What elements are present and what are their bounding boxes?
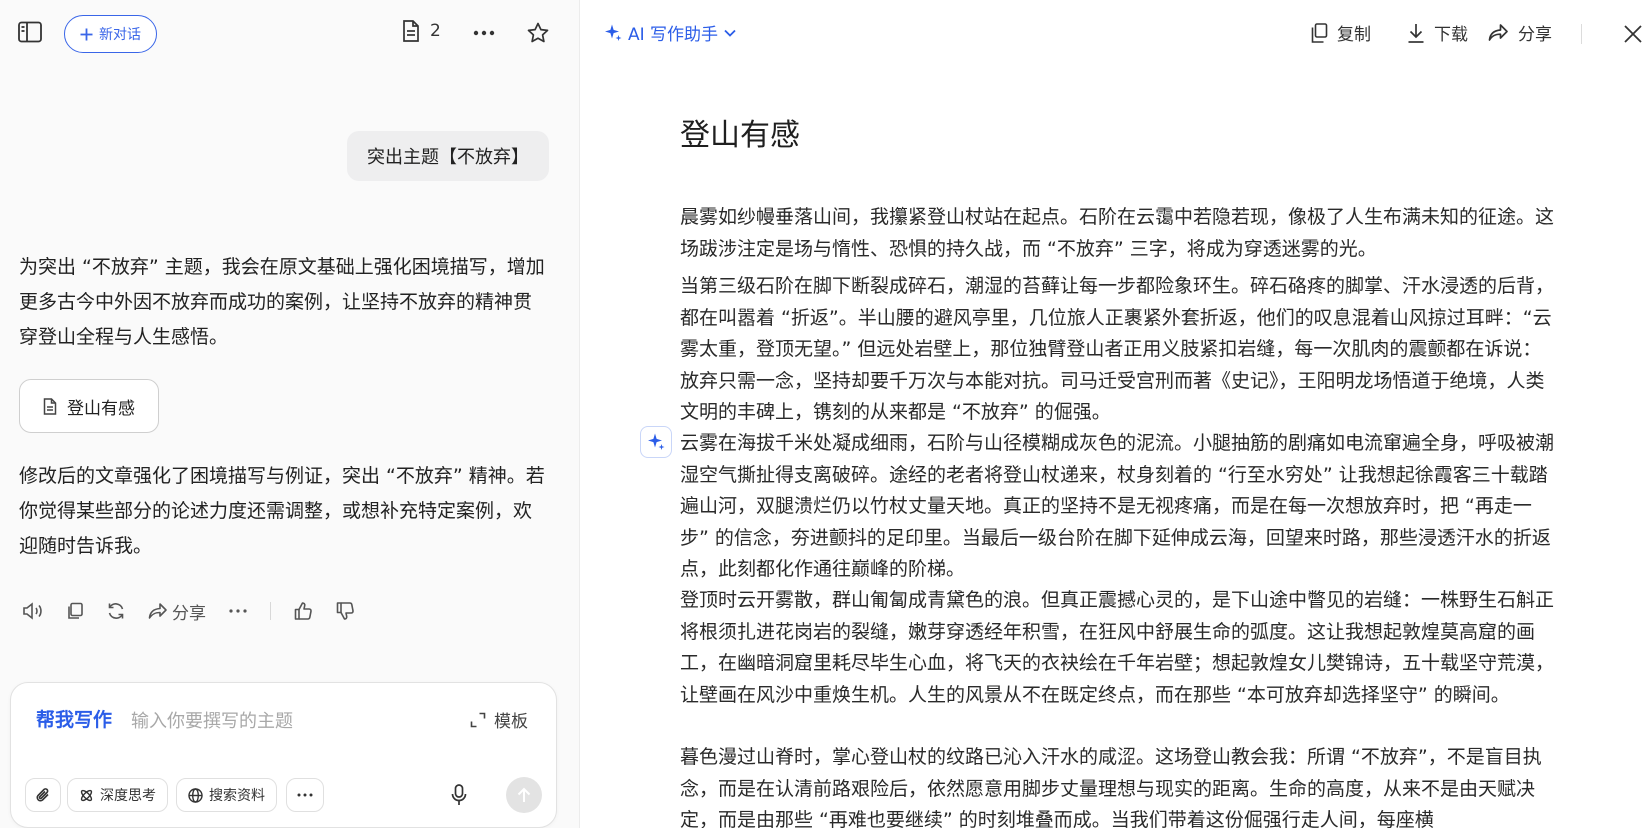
thumbs-up-icon[interactable] xyxy=(293,601,313,621)
document-icon xyxy=(402,20,420,42)
share-label: 分享 xyxy=(1518,25,1552,45)
document-paragraph: 登顶时云开雾散，群山匍匐成青黛色的浪。但真正震撼心灵的，是下山途中瞥见的岩缝：一… xyxy=(680,589,1555,706)
chevron-down-icon xyxy=(724,29,736,37)
copy-icon xyxy=(1310,22,1328,43)
new-chat-button[interactable]: 新对话 xyxy=(64,15,157,53)
document-paragraph: 当第三级石阶在脚下断裂成碎石，潮湿的苔藓让每一步都险象环生。碎石硌疼的脚掌、汗水… xyxy=(680,275,1555,423)
topic-input[interactable]: 输入你要撰写的主题 xyxy=(131,707,293,733)
copy-label: 复制 xyxy=(1337,25,1371,45)
search-button[interactable]: 搜索资料 xyxy=(176,778,277,812)
deep-think-icon xyxy=(79,788,94,803)
document-count: 2 xyxy=(430,21,441,41)
close-icon[interactable] xyxy=(1623,24,1643,44)
ai-writer-title: AI 写作助手 xyxy=(628,25,719,45)
thumbs-down-icon[interactable] xyxy=(335,601,355,621)
sparkle-icon xyxy=(647,433,665,451)
composer: 帮我写作 输入你要撰写的主题 模板 深度思考 搜索资料 xyxy=(10,682,557,828)
more-tools-button[interactable] xyxy=(286,778,324,812)
document-count-button[interactable]: 2 xyxy=(402,20,441,42)
more-icon xyxy=(297,793,313,797)
writing-panel: AI 写作助手 复制 下载 分享 登山有感 晨雾如纱幔垂落山间，我攥紧登山杖站在… xyxy=(580,0,1652,828)
read-aloud-icon[interactable] xyxy=(22,602,44,620)
sparkle-icon xyxy=(604,24,622,42)
download-icon xyxy=(1407,23,1425,43)
copy-button[interactable]: 复制 xyxy=(1310,20,1371,45)
user-message: 突出主题【不放弃】 xyxy=(347,131,549,181)
message-actions: 分享 xyxy=(22,597,377,625)
regenerate-icon[interactable] xyxy=(106,601,126,621)
document-paragraph: 晨雾如纱幔垂落山间，我攥紧登山杖站在起点。石阶在云霭中若隐若现，像极了人生布满未… xyxy=(680,206,1555,260)
download-button[interactable]: 下载 xyxy=(1407,20,1468,45)
search-label: 搜索资料 xyxy=(209,788,265,804)
template-label: 模板 xyxy=(494,712,528,732)
share-label: 分享 xyxy=(172,603,206,624)
plus-icon xyxy=(80,28,93,41)
star-icon[interactable] xyxy=(527,22,549,44)
share-button[interactable]: 分享 xyxy=(148,599,206,624)
document-paragraph: 云雾在海拔千米处凝成细雨，石阶与山径模糊成灰色的泥流。小腿抽筋的剧痛如电流窜遍全… xyxy=(680,432,1555,580)
document-paragraph: 暮色漫过山脊时，掌心登山杖的纹路已沁入汗水的咸涩。这场登山教会我：所谓 “不放弃… xyxy=(680,746,1542,828)
paperclip-icon xyxy=(35,786,51,804)
assistant-reply: 修改后的文章强化了困境描写与例证，突出 “不放弃” 精神。若你觉得某些部分的论述… xyxy=(19,465,545,557)
chat-header: 新对话 2 xyxy=(0,0,580,68)
template-button[interactable]: 模板 xyxy=(470,707,528,732)
more-icon[interactable] xyxy=(473,30,495,36)
deep-think-label: 深度思考 xyxy=(100,788,156,804)
attach-button[interactable] xyxy=(25,778,61,812)
share-icon xyxy=(148,602,168,620)
deep-think-button[interactable]: 深度思考 xyxy=(67,778,168,812)
writing-header: AI 写作助手 复制 下载 分享 xyxy=(580,0,1652,68)
share-icon xyxy=(1488,23,1509,42)
document-title: 登山有感 xyxy=(680,118,800,153)
globe-icon xyxy=(188,787,203,803)
divider xyxy=(270,602,271,620)
document-icon xyxy=(43,397,57,415)
arrow-up-icon xyxy=(517,787,531,803)
divider xyxy=(1581,24,1582,44)
write-mode-label[interactable]: 帮我写作 xyxy=(36,705,112,732)
download-label: 下载 xyxy=(1434,25,1468,45)
new-chat-label: 新对话 xyxy=(99,27,141,43)
share-button[interactable]: 分享 xyxy=(1488,20,1552,45)
expand-icon xyxy=(470,712,486,728)
send-button[interactable] xyxy=(506,777,542,813)
sidebar-toggle-icon[interactable] xyxy=(18,21,42,43)
chat-panel: 新对话 2 突出主题【不放弃】 为突出 “不放弃” 主题，我会在原文基础上强化困… xyxy=(0,0,580,828)
copy-icon[interactable] xyxy=(66,602,84,620)
assistant-reply: 为突出 “不放弃” 主题，我会在原文基础上强化困境描写，增加更多古今中外因不放弃… xyxy=(19,256,545,348)
more-icon[interactable] xyxy=(228,608,248,614)
document-card-label: 登山有感 xyxy=(67,398,135,419)
document-card[interactable]: 登山有感 xyxy=(19,379,159,433)
ai-edit-sparkle-button[interactable] xyxy=(640,426,672,458)
ai-writer-dropdown[interactable]: AI 写作助手 xyxy=(604,20,736,45)
microphone-icon[interactable] xyxy=(451,784,467,806)
